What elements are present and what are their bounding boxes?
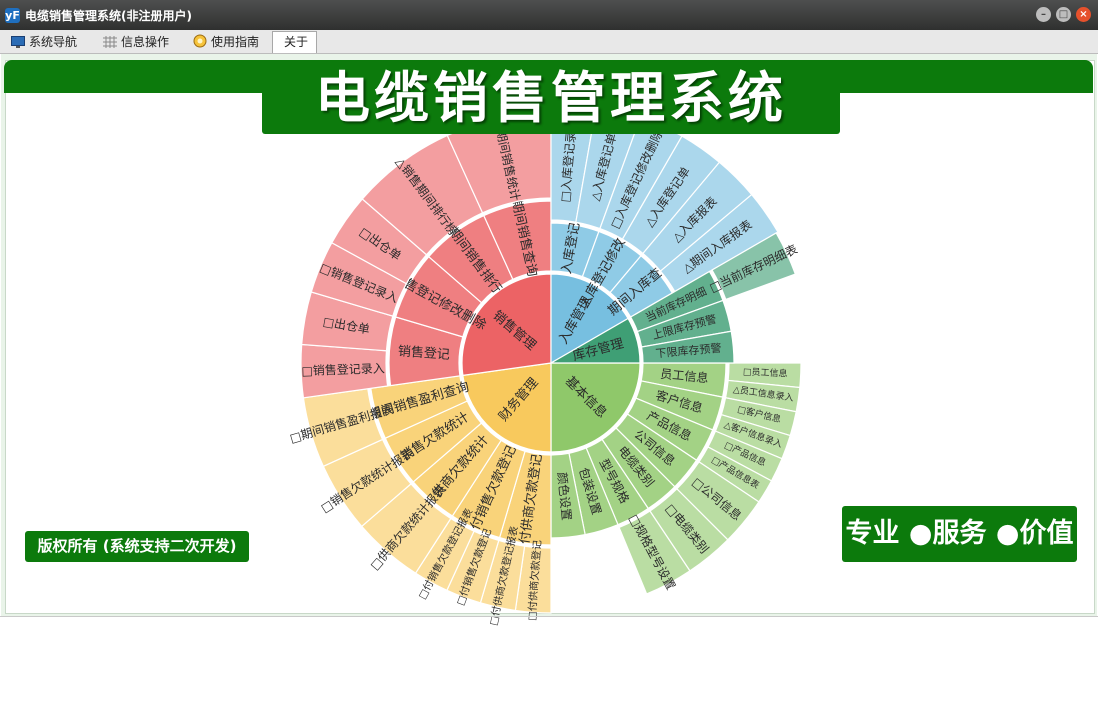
copyright-badge: 版权所有 (系统支持二次开发)	[25, 531, 249, 562]
slogan-badge: 专业 ●服务 ●价值	[842, 506, 1077, 562]
window-bottom-border	[0, 616, 1098, 617]
page-title: 电缆销售管理系统	[262, 63, 840, 134]
sunburst-subitem-label: □销售登记录入	[301, 360, 385, 378]
